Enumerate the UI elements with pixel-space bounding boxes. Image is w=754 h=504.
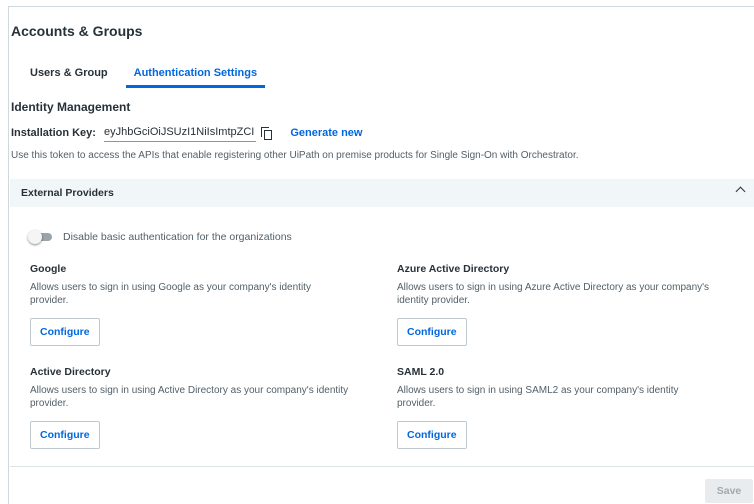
configure-azure-ad-button[interactable]: Configure [397,318,467,346]
tab-users-and-group[interactable]: Users & Group [24,60,114,88]
provider-google: Google Allows users to sign in using Goo… [30,263,350,346]
provider-description: Allows users to sign in using SAML2 as y… [397,385,679,409]
external-providers-title: External Providers [21,187,114,199]
configure-active-directory-button[interactable]: Configure [30,421,100,449]
provider-azure-active-directory: Azure Active Directory Allows users to s… [397,263,717,346]
installation-key-row: Installation Key: eyJhbGciOiJSUzI1NiIsIm… [11,122,362,144]
provider-description: Allows users to sign in using Active Dir… [30,385,349,409]
installation-key-help-text: Use this token to access the APIs that e… [11,150,579,161]
configure-google-button[interactable]: Configure [30,318,100,346]
provider-description: Allows users to sign in using Google as … [30,282,311,306]
footer-divider [10,466,754,467]
tab-authentication-settings[interactable]: Authentication Settings [125,60,266,88]
provider-description: Allows users to sign in using Azure Acti… [397,282,710,306]
installation-key-field[interactable]: eyJhbGciOiJSUzI1NiIsImtpZCI [103,124,257,142]
page-title: Accounts & Groups [11,23,143,39]
configure-saml-button[interactable]: Configure [397,421,467,449]
tab-bar: Users & Group Authentication Settings [24,60,277,90]
provider-title: Azure Active Directory [397,263,510,275]
save-button[interactable]: Save [705,479,753,503]
chevron-up-icon[interactable] [735,186,746,197]
copy-icon[interactable] [260,126,274,140]
provider-saml: SAML 2.0 Allows users to sign in using S… [397,366,717,449]
provider-active-directory: Active Directory Allows users to sign in… [30,366,350,449]
provider-title: SAML 2.0 [397,366,445,378]
disable-basic-auth-label: Disable basic authentication for the org… [63,231,292,243]
identity-management-heading: Identity Management [11,100,131,114]
external-providers-header[interactable]: External Providers [10,179,754,207]
disable-basic-auth-row: Disable basic authentication for the org… [28,230,292,244]
provider-title: Google [30,263,67,275]
provider-title: Active Directory [30,366,111,378]
disable-basic-auth-toggle[interactable] [28,230,54,244]
installation-key-label: Installation Key: [11,127,96,139]
generate-new-link[interactable]: Generate new [290,127,362,139]
